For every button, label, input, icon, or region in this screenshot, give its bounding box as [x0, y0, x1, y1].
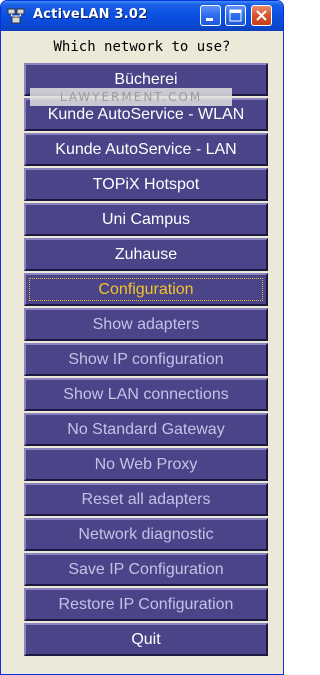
window-title: ActiveLAN 3.02: [33, 7, 148, 22]
menu-button-kunde-autoservice-lan[interactable]: Kunde AutoService - LAN: [24, 133, 268, 166]
menu-button-label: Quit: [131, 631, 161, 648]
menu-button-label: Bücherei: [114, 71, 178, 88]
menu-button-quit[interactable]: Quit: [24, 623, 268, 656]
menu-button-label: Configuration: [92, 281, 200, 298]
menu-button-network-diagnostic[interactable]: Network diagnostic: [24, 518, 268, 551]
menu-button-label: Reset all adapters: [81, 491, 211, 508]
menu-button-label: Show adapters: [92, 316, 200, 333]
menu-button-label: Save IP Configuration: [68, 561, 224, 578]
menu-button-label: TOPiX Hotspot: [92, 176, 200, 193]
menu-button-topix-hotspot[interactable]: TOPiX Hotspot: [24, 168, 268, 201]
menu-button-label: Show LAN connections: [63, 386, 229, 403]
menu-button-show-lan-connections[interactable]: Show LAN connections: [24, 378, 268, 411]
menu-button-label: Kunde AutoService - LAN: [55, 141, 237, 158]
menu-button-label: Restore IP Configuration: [58, 596, 234, 613]
menu-button-no-web-proxy[interactable]: No Web Proxy: [24, 448, 268, 481]
minimize-icon: [206, 18, 213, 21]
app-window: ActiveLAN 3.02 Which network to use? LAW…: [0, 0, 284, 675]
client-area: Which network to use? LAWYERMENT.COM Büc…: [4, 31, 280, 671]
network-icon: [7, 8, 25, 24]
menu-button-save-ip-configuration[interactable]: Save IP Configuration: [24, 553, 268, 586]
menu-button-zuhause[interactable]: Zuhause: [24, 238, 268, 271]
menu-button-show-ip-configuration[interactable]: Show IP configuration: [24, 343, 268, 376]
menu-button-label: No Web Proxy: [94, 456, 198, 473]
menu-button-label: Uni Campus: [101, 211, 191, 228]
minimize-button[interactable]: [200, 5, 221, 26]
maximize-button[interactable]: [225, 5, 246, 26]
network-prompt: Which network to use?: [53, 39, 231, 55]
menu-button-show-adapters[interactable]: Show adapters: [24, 308, 268, 341]
menu-button-uni-campus[interactable]: Uni Campus: [24, 203, 268, 236]
menu-button-reset-all-adapters[interactable]: Reset all adapters: [24, 483, 268, 516]
menu-button-label: Zuhause: [114, 246, 178, 263]
maximize-icon: [229, 9, 242, 22]
menu-button-no-standard-gateway[interactable]: No Standard Gateway: [24, 413, 268, 446]
menu-button-restore-ip-configuration[interactable]: Restore IP Configuration: [24, 588, 268, 621]
close-button[interactable]: [251, 5, 272, 26]
menu-button-configuration[interactable]: Configuration: [24, 273, 268, 306]
menu-button-label: Show IP configuration: [68, 351, 224, 368]
menu-button-label: No Standard Gateway: [67, 421, 225, 438]
menu-button-label: Kunde AutoService - WLAN: [47, 106, 245, 123]
title-bar[interactable]: ActiveLAN 3.02: [1, 1, 283, 31]
close-icon: [256, 10, 267, 21]
menu-button-label: Network diagnostic: [78, 526, 214, 543]
watermark: LAWYERMENT.COM: [30, 88, 232, 106]
